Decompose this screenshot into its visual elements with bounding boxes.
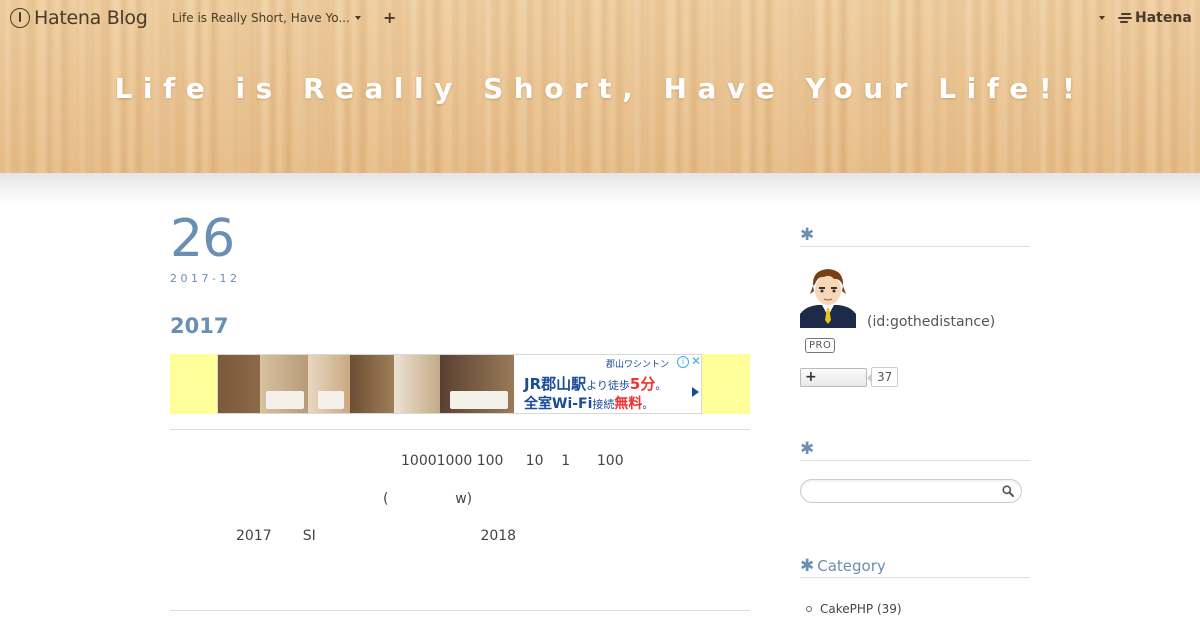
ad-subline-connect: 接続 — [592, 398, 615, 411]
ad-headline: JR郡山駅より徒歩5分。 — [524, 373, 666, 394]
blog-switcher-dropdown[interactable]: Life is Really Short, Have Yo... — [172, 11, 361, 25]
add-blog-button[interactable]: + — [383, 8, 396, 27]
ad-headline-minutes: 5分 — [629, 375, 656, 393]
ad-headline-station: JR郡山駅 — [524, 375, 587, 393]
hatena-brand-link[interactable]: Hatena — [1118, 10, 1192, 26]
ad-text-area: 郡山ワシントン JR郡山駅より徒歩5分。 全室Wi-Fi接続無料。 i ✕ — [514, 355, 701, 413]
search-icon[interactable] — [1002, 485, 1014, 497]
entry-date-day[interactable]: 26 — [170, 213, 235, 265]
ad-banner: 郡山ワシントン JR郡山駅より徒歩5分。 全室Wi-Fi接続無料。 i ✕ — [170, 354, 750, 414]
category-module-title: ✱ Category — [800, 554, 1030, 578]
asterisk-icon: ✱ — [800, 555, 815, 576]
ad-photo-bed-shape — [450, 391, 508, 409]
category-item-label: CakePHP (39) — [820, 602, 902, 616]
search-module-title: ✱ — [800, 437, 1030, 461]
subscriber-count[interactable]: 37 — [866, 367, 899, 387]
subscribe-button[interactable]: + — [800, 368, 867, 387]
entry-date-year-month[interactable]: 2017-12 — [170, 272, 240, 285]
asterisk-icon: ✱ — [800, 438, 815, 459]
category-item[interactable]: CakePHP (39) — [806, 599, 902, 619]
blog-switcher-label: Life is Really Short, Have Yo... — [172, 11, 350, 25]
blog-title[interactable]: Life is Really Short, Have Your Life!! — [0, 72, 1200, 105]
hatena-blog-logo[interactable]: Hatena Blog — [10, 7, 148, 29]
hatena-brand-text: Hatena — [1135, 10, 1192, 26]
ad-subline: 全室Wi-Fi接続無料。 — [524, 393, 653, 413]
ad-headline-period: 。 — [655, 379, 667, 392]
ad-brand: 郡山ワシントン — [606, 360, 670, 370]
search-box — [800, 479, 1022, 503]
bullet-icon — [806, 606, 812, 612]
search-input[interactable] — [811, 483, 991, 499]
hatena-mark-icon — [1118, 12, 1132, 24]
entry-title[interactable]: 2017 — [170, 314, 228, 338]
ad-headline-walk: より徒歩 — [586, 379, 630, 392]
ad-photo-bed-shape — [318, 391, 344, 409]
global-header: Hatena Blog Life is Really Short, Have Y… — [0, 0, 1200, 36]
ad-subline-wifi: 全室Wi-Fi — [524, 396, 593, 412]
asterisk-icon: ✱ — [800, 224, 815, 245]
profile-avatar[interactable] — [800, 264, 856, 328]
blog-header: Hatena Blog Life is Really Short, Have Y… — [0, 0, 1200, 173]
ad-hotel-photo — [218, 355, 514, 413]
ad-info-icon[interactable]: i — [677, 356, 689, 368]
ad-creative[interactable]: 郡山ワシントン JR郡山駅より徒歩5分。 全室Wi-Fi接続無料。 i ✕ — [217, 354, 702, 414]
category-list: CakePHP (39) — [806, 599, 902, 619]
ad-photo-bed-shape — [266, 391, 304, 409]
header-shadow — [0, 173, 1200, 205]
category-module-title-text: Category — [817, 556, 886, 575]
pro-badge: PRO — [805, 338, 836, 353]
ad-subline-period: 。 — [642, 398, 654, 411]
user-menu-chevron-down-icon[interactable] — [1099, 16, 1105, 20]
profile-module-title: ✱ — [800, 223, 1030, 247]
chevron-down-icon — [354, 16, 361, 20]
entry-body-line: 2017 SI 2018 — [236, 528, 517, 544]
entry-divider-bottom — [170, 610, 750, 611]
ad-close-icon[interactable]: ✕ — [691, 355, 701, 368]
ad-subline-free: 無料 — [614, 396, 643, 412]
hatena-blog-logo-text: Hatena Blog — [34, 7, 148, 29]
hatena-blog-logo-icon — [10, 8, 30, 28]
profile-id[interactable]: (id:gothedistance) — [867, 314, 995, 330]
ad-play-icon[interactable] — [692, 387, 699, 397]
entry-body-line: ( w) — [383, 491, 473, 507]
entry-body-line: 10001000 100 10 1 100 — [401, 453, 624, 469]
entry-divider-top — [170, 429, 750, 430]
